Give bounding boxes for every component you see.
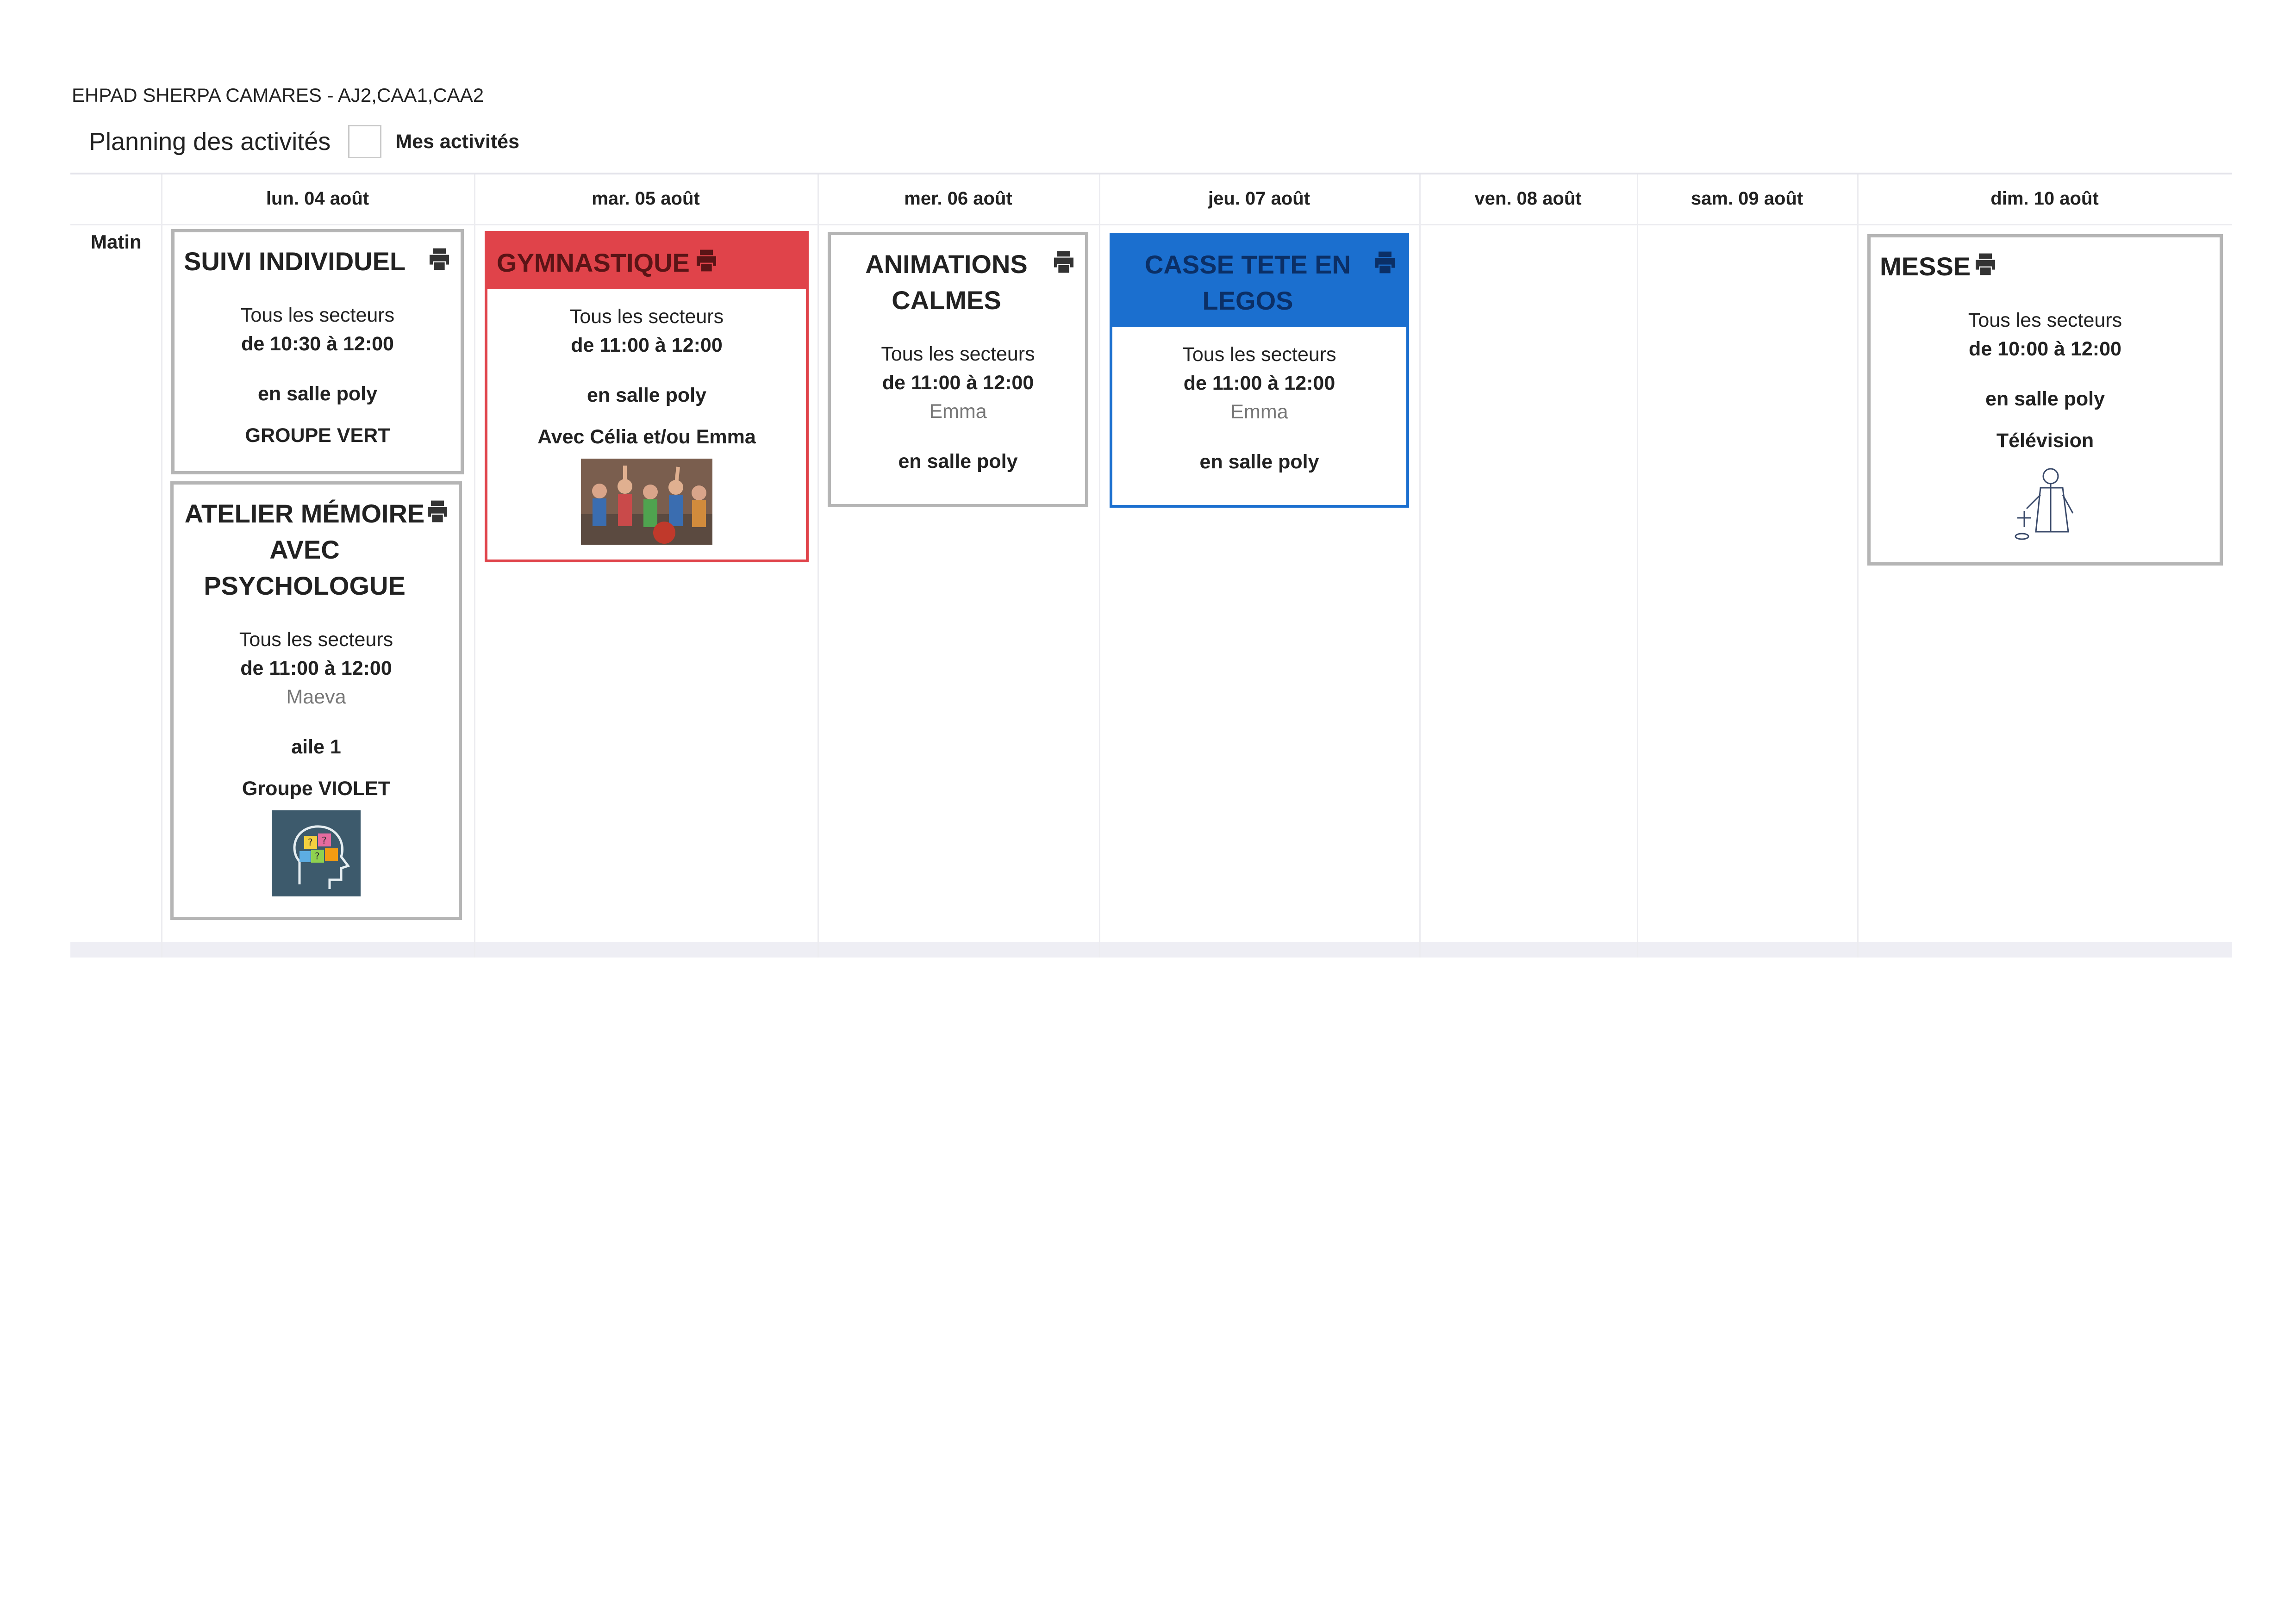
header-divider bbox=[70, 224, 2232, 225]
column-divider bbox=[817, 174, 819, 958]
priest-drawing bbox=[2015, 468, 2074, 540]
printer-icon[interactable] bbox=[1051, 249, 1077, 275]
activity-card-suivi[interactable]: SUIVI INDIVIDUEL Tous les secteurs de 10… bbox=[171, 229, 464, 474]
gym-class-photo bbox=[581, 459, 712, 545]
activity-time: de 10:00 à 12:00 bbox=[1969, 338, 2121, 360]
mes-activites-label: Mes activités bbox=[395, 130, 520, 153]
activity-place: en salle poly bbox=[1199, 451, 1319, 473]
activity-time: de 11:00 à 12:00 bbox=[1183, 372, 1335, 394]
activity-place: en salle poly bbox=[257, 383, 378, 405]
activity-sector: Tous les secteurs bbox=[239, 628, 393, 651]
printer-icon[interactable] bbox=[426, 246, 452, 272]
column-divider bbox=[1857, 174, 1859, 958]
activity-person: Emma bbox=[1230, 401, 1288, 423]
activity-title: CASSE TETE EN LEGOS bbox=[1112, 236, 1406, 327]
day-header-sun: dim. 10 août bbox=[1990, 188, 2099, 209]
svg-text:?: ? bbox=[322, 835, 327, 846]
activity-time: de 11:00 à 12:00 bbox=[571, 334, 723, 356]
day-header-fri: ven. 08 août bbox=[1474, 188, 1582, 209]
page-title: Planning des activités bbox=[89, 128, 331, 155]
activity-title: ANIMATIONS CALMES bbox=[865, 249, 1028, 315]
activity-time: de 11:00 à 12:00 bbox=[240, 657, 392, 679]
planning-grid: lun. 04 août mar. 05 août mer. 06 août j… bbox=[70, 173, 2232, 958]
printer-icon[interactable] bbox=[1372, 249, 1398, 275]
printer-icon[interactable] bbox=[693, 248, 719, 274]
activity-sector: Tous les secteurs bbox=[1182, 343, 1336, 366]
activity-title: MESSE bbox=[1880, 252, 1971, 281]
column-divider bbox=[1419, 174, 1421, 958]
title-row: Planning des activités Mes activités bbox=[89, 125, 519, 158]
activity-card-animations-calmes[interactable]: ANIMATIONS CALMES Tous les secteurs de 1… bbox=[828, 232, 1088, 507]
activity-card-casse-tete[interactable]: CASSE TETE EN LEGOS Tous les secteurs de… bbox=[1110, 233, 1409, 508]
day-header-thu: jeu. 07 août bbox=[1208, 188, 1310, 209]
activity-note: Télévision bbox=[1996, 429, 2094, 452]
printer-icon[interactable] bbox=[424, 498, 450, 524]
activity-sector: Tous les secteurs bbox=[240, 304, 395, 326]
day-header-mon: lun. 04 août bbox=[266, 188, 369, 209]
activity-title: SUIVI INDIVIDUEL bbox=[184, 247, 406, 276]
activity-title: GYMNASTIQUE bbox=[487, 234, 806, 289]
site-name: EHPAD SHERPA CAMARES - AJ2,CAA1,CAA2 bbox=[72, 84, 484, 106]
activity-person: Maeva bbox=[286, 686, 346, 708]
activity-note: Avec Célia et/ou Emma bbox=[537, 426, 756, 448]
activity-card-gymnastique[interactable]: GYMNASTIQUE Tous les secteurs de 11:00 à… bbox=[485, 231, 809, 562]
svg-text:?: ? bbox=[315, 851, 320, 862]
activity-time: de 10:30 à 12:00 bbox=[241, 333, 394, 355]
activity-card-atelier-memoire[interactable]: ATELIER MÉMOIRE AVEC PSYCHOLOGUE Tous le… bbox=[170, 481, 462, 920]
day-header-tue: mar. 05 août bbox=[592, 188, 700, 209]
activity-place: en salle poly bbox=[586, 384, 707, 406]
printer-icon[interactable] bbox=[1972, 251, 1998, 277]
activity-note: GROUPE VERT bbox=[245, 424, 390, 447]
column-divider bbox=[1637, 174, 1638, 958]
activity-card-messe[interactable]: MESSE Tous les secteurs de 10:00 à 12:00… bbox=[1867, 234, 2223, 566]
activity-sector: Tous les secteurs bbox=[569, 305, 724, 328]
activity-place: en salle poly bbox=[898, 450, 1018, 473]
activity-time: de 11:00 à 12:00 bbox=[882, 372, 1034, 394]
row-label-matin: Matin bbox=[91, 231, 142, 253]
column-divider bbox=[1099, 174, 1100, 958]
activity-sector: Tous les secteurs bbox=[1968, 309, 2122, 331]
svg-text:?: ? bbox=[308, 837, 313, 848]
mes-activites-checkbox[interactable] bbox=[348, 125, 382, 158]
activity-note: Groupe VIOLET bbox=[242, 777, 391, 800]
column-divider bbox=[161, 174, 162, 958]
day-header-wed: mer. 06 août bbox=[904, 188, 1012, 209]
activity-place: aile 1 bbox=[291, 736, 341, 758]
activity-sector: Tous les secteurs bbox=[881, 343, 1035, 365]
activity-title: ATELIER MÉMOIRE AVEC PSYCHOLOGUE bbox=[184, 499, 425, 600]
column-divider bbox=[474, 174, 475, 958]
day-header-sat: sam. 09 août bbox=[1691, 188, 1803, 209]
grid-bottom-band bbox=[70, 942, 2232, 958]
activity-person: Emma bbox=[929, 400, 987, 423]
brain-question-image: ? ? ? bbox=[272, 810, 361, 896]
activity-place: en salle poly bbox=[1985, 388, 2105, 410]
